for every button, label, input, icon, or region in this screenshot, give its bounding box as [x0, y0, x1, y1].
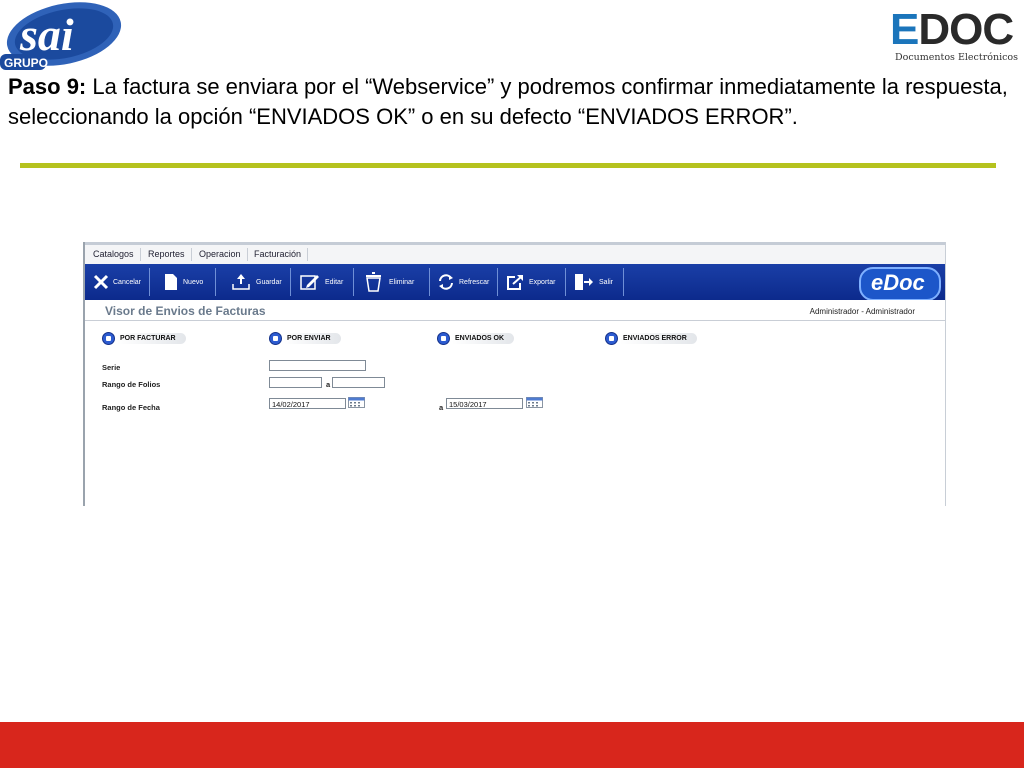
list-icon	[269, 331, 282, 345]
option-enviados-ok-label: ENVIADOS OK	[452, 332, 515, 344]
serie-input[interactable]	[269, 360, 366, 371]
app-window: Catalogos Reportes Operacion Facturación…	[83, 242, 946, 506]
refresh-label: Refrescar	[459, 278, 490, 286]
menu-facturacion[interactable]: Facturación	[248, 248, 309, 261]
edit-icon	[300, 275, 319, 290]
step-description: Paso 9: La factura se enviara por el “We…	[8, 72, 1018, 132]
calendar-icon[interactable]	[526, 397, 543, 408]
folio-to-input[interactable]	[332, 377, 385, 388]
close-icon	[93, 274, 109, 290]
export-icon	[507, 275, 523, 290]
menu-operacion[interactable]: Operacion	[193, 248, 248, 261]
exit-button[interactable]: Salir	[573, 268, 613, 296]
exit-door-icon	[575, 274, 593, 290]
cancel-button[interactable]: Cancelar	[93, 268, 141, 296]
refresh-icon	[439, 274, 453, 290]
edoc-logo-word: EDOC	[890, 5, 1014, 54]
refresh-button[interactable]: Refrescar	[437, 268, 489, 296]
fecha-label: Rango de Fecha	[102, 403, 160, 412]
grupo-sai-logo: sai GRUPO	[0, 0, 124, 74]
fecha-from-input[interactable]: 14/02/2017	[269, 398, 346, 409]
folio-range-separator: a	[326, 380, 331, 389]
export-button[interactable]: Exportar	[505, 268, 555, 296]
list-icon	[605, 331, 618, 345]
edoc-app-logo: eDoc	[859, 267, 941, 301]
option-por-facturar-label: POR FACTURAR	[117, 332, 186, 344]
svg-text:GRUPO: GRUPO	[4, 56, 48, 70]
calendar-icon[interactable]	[348, 397, 365, 408]
fecha-to-input[interactable]: 15/03/2017	[446, 398, 523, 409]
exit-label: Salir	[599, 278, 614, 286]
fecha-range-separator: a	[439, 403, 444, 412]
toolbar: Cancelar Nuevo Guardar Editar Eliminar R…	[85, 264, 945, 301]
list-icon	[102, 331, 115, 345]
save-icon	[232, 274, 250, 290]
menu-bar: Catalogos Reportes Operacion Facturación	[85, 245, 945, 265]
new-button[interactable]: Nuevo	[163, 268, 203, 296]
new-document-icon	[165, 274, 177, 290]
option-por-facturar[interactable]: POR FACTURAR	[102, 331, 186, 345]
delete-button[interactable]: Eliminar	[363, 268, 414, 296]
delete-label: Eliminar	[389, 278, 415, 286]
option-por-enviar-label: POR ENVIAR	[284, 332, 341, 344]
cancel-label: Cancelar	[113, 278, 142, 286]
folio-from-input[interactable]	[269, 377, 322, 388]
serie-label: Serie	[102, 363, 121, 372]
option-enviados-error-label: ENVIADOS ERROR	[620, 332, 697, 344]
window-title-bar: Visor de Envios de Facturas Administrado…	[85, 300, 945, 321]
option-enviados-error[interactable]: ENVIADOS ERROR	[605, 331, 697, 345]
trash-icon	[366, 272, 381, 292]
edit-label: Editar	[325, 278, 344, 286]
new-label: Nuevo	[183, 278, 204, 286]
option-enviados-ok[interactable]: ENVIADOS OK	[437, 331, 515, 345]
edoc-logo-subtitle: Documentos Electrónicos	[895, 52, 1019, 63]
step-text: La factura se enviara por el “Webservice…	[8, 74, 1008, 129]
list-icon	[437, 331, 450, 345]
save-label: Guardar	[256, 278, 282, 286]
accent-divider	[20, 163, 996, 168]
footer-bar	[0, 722, 1024, 768]
export-label: Exportar	[529, 278, 556, 286]
menu-reportes[interactable]: Reportes	[142, 248, 192, 261]
save-button[interactable]: Guardar	[230, 268, 282, 296]
step-label: Paso 9:	[8, 74, 87, 99]
svg-text:sai: sai	[19, 9, 74, 60]
app-logo-text: eDoc	[871, 270, 925, 295]
folios-label: Rango de Folios	[102, 380, 161, 389]
menu-catalogos[interactable]: Catalogos	[87, 248, 141, 261]
option-por-enviar[interactable]: POR ENVIAR	[269, 331, 341, 345]
current-user: Administrador - Administrador	[809, 307, 915, 316]
edoc-logo: EDOC Documentos Electrónicos	[890, 8, 1022, 68]
window-title: Visor de Envios de Facturas	[105, 304, 266, 318]
edit-button[interactable]: Editar	[299, 268, 343, 296]
